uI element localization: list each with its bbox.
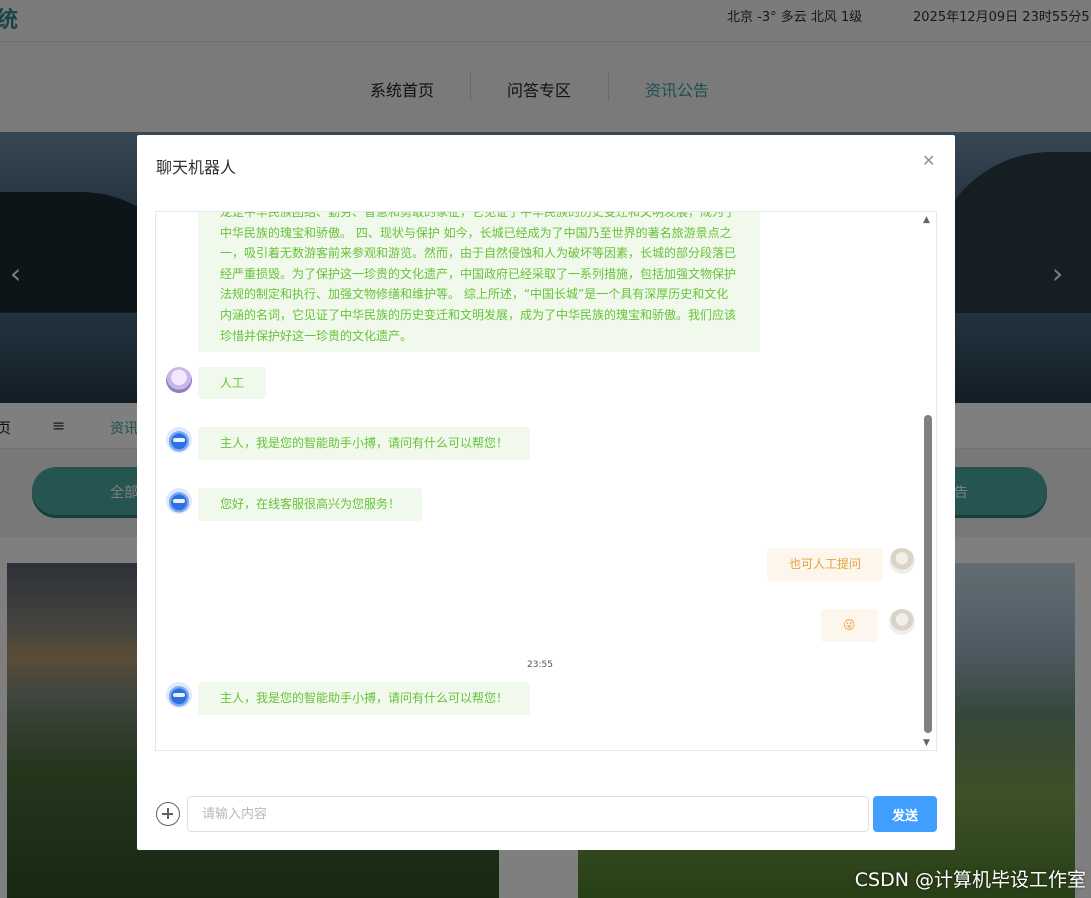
chat-scrollbar[interactable]: ▲ ▼ bbox=[920, 212, 936, 750]
bot-message: 主人，我是您的智能助手小搏，请问有什么可以帮您！ bbox=[198, 427, 531, 460]
bot-avatar bbox=[166, 682, 192, 708]
user-avatar bbox=[889, 548, 915, 574]
user-message: 也可人工提问 bbox=[767, 548, 884, 581]
user-message: 人工 bbox=[198, 367, 267, 399]
bot-message: 您好，在线客服很高兴为您服务！ bbox=[198, 488, 423, 521]
user-emoji-message: 😜 bbox=[821, 609, 878, 642]
bot-avatar bbox=[166, 488, 192, 514]
send-button[interactable]: 发送 bbox=[873, 796, 937, 832]
close-icon[interactable]: ✕ bbox=[922, 151, 935, 170]
bot-avatar bbox=[166, 427, 192, 453]
scrollbar-thumb[interactable] bbox=[924, 415, 932, 733]
bot-message: 龙是中华民族团结、勤劳、智慧和勇敢的象征，它见证了中华民族的历史变迁和文明发展，… bbox=[198, 212, 760, 353]
bot-message: 主人，我是您的智能助手小搏，请问有什么可以帮您！ bbox=[198, 682, 531, 715]
chat-history[interactable]: 龙是中华民族团结、勤劳、智慧和勇敢的象征，它见证了中华民族的历史变迁和文明发展，… bbox=[155, 211, 937, 751]
scroll-down-icon[interactable]: ▼ bbox=[923, 738, 930, 748]
dialog-title: 聊天机器人 bbox=[156, 158, 237, 177]
add-attachment-icon[interactable] bbox=[156, 802, 180, 826]
message-input[interactable] bbox=[187, 796, 869, 832]
chat-dialog: 聊天机器人 ✕ 龙是中华民族团结、勤劳、智慧和勇敢的象征，它见证了中华民族的历史… bbox=[137, 135, 955, 850]
message-timestamp: 23:55 bbox=[527, 660, 553, 670]
scroll-up-icon[interactable]: ▲ bbox=[923, 215, 930, 225]
user-avatar bbox=[166, 367, 192, 393]
watermark: CSDN @计算机毕设工作室 bbox=[854, 869, 1086, 891]
user-avatar bbox=[889, 609, 915, 635]
